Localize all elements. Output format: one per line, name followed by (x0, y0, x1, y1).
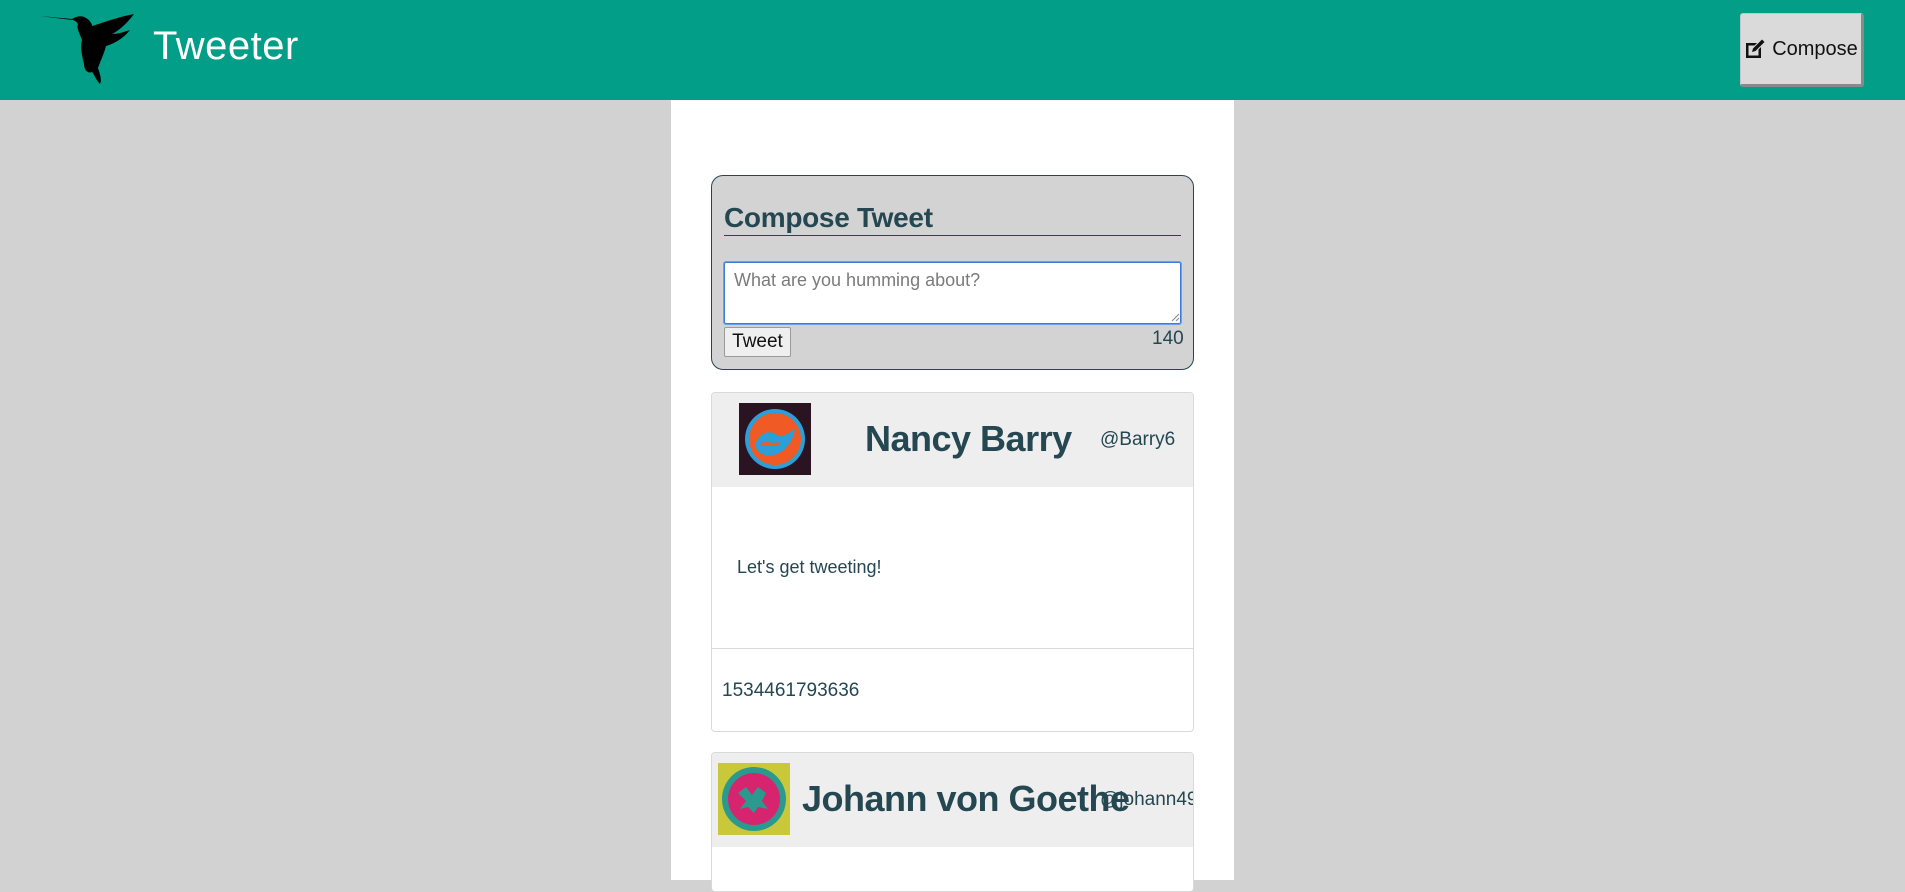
tweet-author-name: Johann von Goethe (802, 778, 1130, 819)
tweet-button[interactable]: Tweet (724, 327, 791, 357)
compose-title: Compose Tweet (724, 202, 1181, 236)
main-column: Compose Tweet Tweet 140 Nancy Barry @Bar… (671, 100, 1234, 892)
tweet-header: Johann von Goethe @johann49 (712, 753, 1193, 847)
tweet-card: Johann von Goethe @johann49 (711, 752, 1194, 892)
avatar (739, 403, 811, 475)
tweet-text: Let's get tweeting! (737, 557, 882, 577)
tweet-timestamp: 1534461793636 (722, 680, 860, 701)
tweet-author-handle: @Barry6 (1100, 429, 1176, 450)
tweet-author-handle: @johann49 (1100, 789, 1194, 810)
tweet-author-name: Nancy Barry (865, 418, 1072, 459)
compose-tweet-form: Compose Tweet Tweet 140 (711, 175, 1194, 370)
edit-icon (1746, 39, 1765, 58)
hummingbird-icon (40, 14, 134, 84)
avatar (718, 763, 790, 835)
top-navbar: Tweeter Compose (0, 0, 1905, 100)
resize-grip-icon[interactable] (1170, 312, 1180, 322)
char-counter: 140 (1152, 328, 1184, 349)
app-title: Tweeter (153, 24, 299, 68)
tweet-divider (712, 648, 1193, 649)
tweet-header: Nancy Barry @Barry6 (712, 393, 1193, 487)
tweet-input[interactable] (723, 261, 1182, 325)
tweet-card: Nancy Barry @Barry6 Let's get tweeting! … (711, 392, 1194, 732)
compose-button[interactable]: Compose (1740, 13, 1864, 87)
compose-button-label: Compose (1772, 37, 1858, 60)
